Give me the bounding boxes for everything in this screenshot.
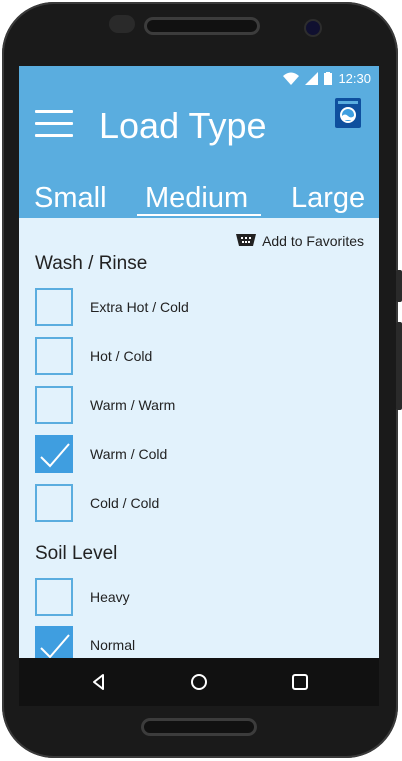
washing-machine-icon[interactable]: [335, 98, 361, 128]
load-size-tabs: Small Medium Large: [19, 180, 379, 218]
screen: 12:30 Load Type Small Medium Large Add t…: [19, 66, 379, 658]
bottom-speaker: [141, 718, 257, 736]
sensor: [109, 15, 135, 33]
side-button-top: [396, 270, 402, 302]
status-time: 12:30: [338, 70, 371, 86]
front-camera: [306, 21, 320, 35]
selected-tab-indicator: [137, 214, 261, 216]
option-label: Hot / Cold: [90, 348, 153, 364]
content: Add to Favorites Wash / Rinse Extra Hot …: [19, 218, 379, 658]
soil-level-option[interactable]: Heavy: [35, 576, 130, 618]
soil-level-title: Soil Level: [35, 543, 118, 564]
navigation-bar: [19, 658, 379, 706]
battery-icon: [324, 71, 333, 85]
checkbox[interactable]: [35, 435, 73, 473]
wash-rinse-option[interactable]: Warm / Warm: [35, 384, 175, 426]
wash-rinse-option[interactable]: Warm / Cold: [35, 433, 167, 475]
option-label: Warm / Cold: [90, 446, 168, 462]
home-icon[interactable]: [189, 672, 209, 692]
tab-large[interactable]: Large: [291, 180, 365, 216]
checkbox[interactable]: [35, 578, 73, 616]
tab-medium[interactable]: Medium: [145, 180, 248, 216]
status-bar: 12:30: [19, 66, 379, 90]
checkmark-icon: [40, 634, 70, 658]
checkbox[interactable]: [35, 484, 73, 522]
checkbox[interactable]: [35, 386, 73, 424]
option-label: Warm / Warm: [90, 397, 176, 413]
add-to-favorites-button[interactable]: Add to Favorites: [236, 233, 364, 249]
wash-rinse-title: Wash / Rinse: [35, 253, 148, 274]
soil-level-option[interactable]: Normal: [35, 624, 135, 658]
tab-small[interactable]: Small: [34, 180, 107, 216]
option-label: Heavy: [90, 589, 130, 605]
checkmark-icon: [40, 443, 70, 468]
option-label: Normal: [90, 637, 136, 653]
add-to-favorites-label: Add to Favorites: [262, 233, 364, 249]
basket-icon: [236, 233, 257, 249]
app-header: Load Type Small Medium Large: [19, 90, 379, 218]
signal-icon: [305, 71, 319, 85]
wash-rinse-option[interactable]: Hot / Cold: [35, 335, 152, 377]
checkbox[interactable]: [35, 626, 73, 658]
menu-icon[interactable]: [35, 110, 75, 138]
checkbox[interactable]: [35, 288, 73, 326]
earpiece-speaker: [144, 17, 260, 35]
wifi-icon: [283, 72, 300, 85]
back-icon[interactable]: [89, 672, 109, 692]
option-label: Extra Hot / Cold: [90, 299, 189, 315]
recents-icon[interactable]: [290, 672, 310, 692]
checkbox[interactable]: [35, 337, 73, 375]
wash-rinse-option[interactable]: Cold / Cold: [35, 482, 159, 524]
side-button-volume: [396, 322, 402, 410]
wash-rinse-option[interactable]: Extra Hot / Cold: [35, 286, 189, 328]
page-title: Load Type: [99, 105, 267, 146]
option-label: Cold / Cold: [90, 495, 160, 511]
